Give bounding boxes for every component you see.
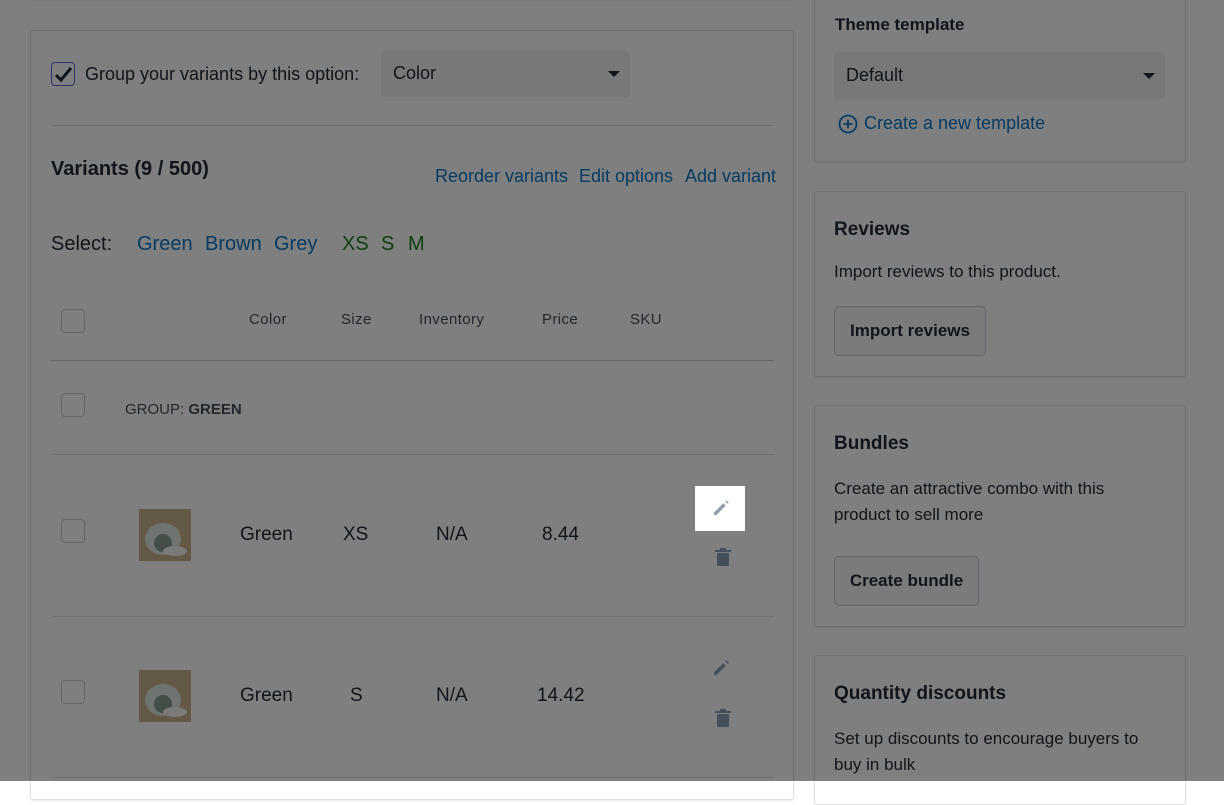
row-size: S	[350, 685, 363, 706]
create-template-label: Create a new template	[864, 113, 1046, 133]
group-label: GROUP: GREEN	[125, 401, 242, 418]
bundles-description: Create an attractive combo with this pro…	[834, 479, 1105, 524]
row-inventory: N/A	[436, 685, 468, 706]
group-by-checkbox[interactable]	[51, 62, 75, 86]
row-size: XS	[343, 524, 369, 545]
row-price: 14.42	[537, 685, 585, 706]
group-prefix: GROUP:	[125, 401, 185, 418]
quantity-discounts-title: Quantity discounts	[834, 683, 1007, 704]
header-divider	[51, 360, 774, 361]
column-price: Price	[542, 311, 579, 328]
add-circle-icon	[838, 114, 858, 133]
reorder-variants-link[interactable]: Reorder variants	[435, 166, 568, 187]
create-template-link[interactable]: Create a new template	[838, 113, 1045, 134]
create-bundle-button[interactable]: Create bundle	[834, 556, 979, 606]
quantity-discounts-description: Set up discounts to encourage buyers to …	[834, 729, 1139, 774]
trash-icon[interactable]	[714, 547, 732, 567]
select-s[interactable]: S	[381, 233, 394, 256]
row-color: Green	[240, 685, 293, 706]
group-checkbox[interactable]	[61, 393, 85, 417]
import-reviews-button[interactable]: Import reviews	[834, 306, 986, 356]
select-xs[interactable]: XS	[342, 233, 369, 256]
group-by-label: Group your variants by this option:	[85, 64, 360, 84]
bundles-title: Bundles	[834, 433, 909, 454]
select-all-checkbox[interactable]	[61, 309, 85, 333]
row-inventory: N/A	[436, 524, 468, 545]
trash-icon[interactable]	[714, 708, 732, 728]
variant-thumbnail	[139, 509, 191, 561]
reviews-title: Reviews	[834, 219, 911, 240]
row-checkbox[interactable]	[61, 680, 85, 704]
column-color: Color	[249, 311, 287, 328]
divider	[51, 777, 774, 778]
row-price: 8.44	[542, 524, 579, 545]
group-by-select-value: Color	[393, 63, 437, 83]
theme-template-title: Theme template	[835, 15, 965, 34]
select-m[interactable]: M	[408, 233, 425, 256]
variant-thumbnail	[139, 670, 191, 722]
variants-title: Variants (9 / 500)	[51, 158, 209, 180]
select-brown[interactable]: Brown	[205, 233, 262, 256]
divider	[51, 125, 774, 126]
group-name: GREEN	[188, 401, 242, 418]
select-grey[interactable]: Grey	[274, 233, 317, 256]
divider	[51, 454, 774, 455]
row-checkbox[interactable]	[61, 519, 85, 543]
select-green[interactable]: Green	[137, 233, 193, 256]
reviews-description: Import reviews to this product.	[834, 262, 1061, 281]
pencil-icon[interactable]	[711, 658, 731, 678]
chevron-down-icon	[1143, 72, 1155, 79]
divider	[51, 616, 774, 617]
column-size: Size	[341, 311, 372, 328]
select-label: Select:	[51, 233, 113, 255]
pencil-icon[interactable]	[711, 498, 731, 518]
chevron-down-icon	[608, 70, 620, 77]
add-variant-link[interactable]: Add variant	[685, 166, 776, 187]
theme-template-select[interactable]: Default	[834, 52, 1165, 99]
row-color: Green	[240, 524, 293, 545]
theme-template-value: Default	[846, 65, 904, 85]
group-by-select[interactable]: Color	[381, 50, 630, 97]
column-sku: SKU	[630, 311, 663, 328]
column-inventory: Inventory	[419, 311, 485, 328]
edit-options-link[interactable]: Edit options	[579, 166, 673, 187]
